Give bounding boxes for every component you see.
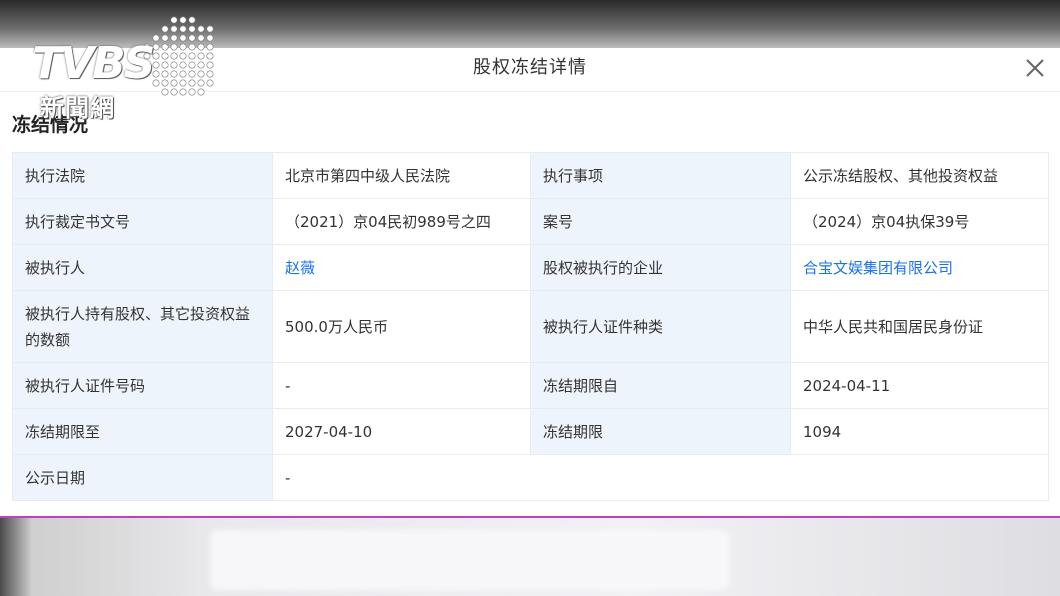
logo-dot (197, 88, 205, 96)
logo-dot (170, 70, 178, 78)
value-freeze-to: 2027-04-10 (272, 408, 531, 455)
close-button[interactable] (1020, 53, 1050, 83)
label-publish-date: 公示日期 (12, 454, 273, 501)
logo-dot (161, 43, 169, 51)
logo-dot (170, 52, 178, 60)
logo-brand: TVBS (32, 38, 155, 89)
logo-dot (152, 70, 160, 78)
logo-dot (161, 79, 169, 87)
logo-dot (197, 43, 205, 51)
logo-dot (206, 52, 214, 60)
logo-dot (188, 61, 196, 69)
value-freeze-from: 2024-04-11 (790, 362, 1049, 409)
label-matter: 执行事项 (530, 152, 791, 199)
logo-dot (197, 70, 205, 78)
logo-dot (206, 70, 214, 78)
logo-dot (197, 52, 205, 60)
logo-dot (152, 79, 160, 87)
value-ruling-number: （2021）京04民初989号之四 (272, 198, 531, 245)
value-court: 北京市第四中级人民法院 (272, 152, 531, 199)
value-matter: 公示冻结股权、其他投资权益 (790, 152, 1049, 199)
value-id-number: - (272, 362, 531, 409)
label-court: 执行法院 (12, 152, 273, 199)
freeze-info-table: 执行法院 北京市第四中级人民法院 执行事项 公示冻结股权、其他投资权益 执行裁定… (12, 152, 1049, 501)
table-row: 被执行人 赵薇 股权被执行的企业 合宝文娱集团有限公司 (12, 244, 1049, 291)
table-row: 公示日期 - (12, 454, 1049, 501)
logo-dot (179, 70, 187, 78)
label-company: 股权被执行的企业 (530, 244, 791, 291)
logo-dot (170, 88, 178, 96)
logo-dot (170, 61, 178, 69)
logo-dot (206, 34, 214, 42)
logo-dot (170, 79, 178, 87)
label-equity-amount: 被执行人持有股权、其它投资权益的数额 (12, 290, 273, 363)
logo-dot (179, 79, 187, 87)
logo-dot (152, 61, 160, 69)
label-id-type: 被执行人证件种类 (530, 290, 791, 363)
value-company-cell: 合宝文娱集团有限公司 (790, 244, 1049, 291)
logo-dot (197, 34, 205, 42)
logo-dot (197, 25, 205, 33)
close-icon (1026, 59, 1044, 77)
logo-dot (188, 43, 196, 51)
logo-dot (170, 34, 178, 42)
logo-dot (179, 25, 187, 33)
logo-dot (170, 43, 178, 51)
label-id-number: 被执行人证件号码 (12, 362, 273, 409)
logo-dot (179, 43, 187, 51)
logo-dot (161, 52, 169, 60)
value-id-type: 中华人民共和国居民身份证 (790, 290, 1049, 363)
logo-dot (161, 70, 169, 78)
table-row: 被执行人证件号码 - 冻结期限自 2024-04-11 (12, 362, 1049, 409)
label-case-number: 案号 (530, 198, 791, 245)
logo-dot (188, 79, 196, 87)
logo-dot (188, 88, 196, 96)
tvbs-logo: TVBS 新聞網 (28, 14, 218, 124)
value-freeze-period: 1094 (790, 408, 1049, 455)
background-blur-panel (210, 530, 730, 590)
logo-dot (179, 34, 187, 42)
person-link[interactable]: 赵薇 (285, 259, 315, 277)
logo-dot (206, 43, 214, 51)
logo-dot (206, 79, 214, 87)
value-equity-amount: 500.0万人民币 (272, 290, 531, 363)
logo-dot (206, 25, 214, 33)
logo-dot (188, 52, 196, 60)
value-person-cell: 赵薇 (272, 244, 531, 291)
logo-dot (188, 25, 196, 33)
logo-dot (188, 16, 196, 24)
logo-dot (161, 61, 169, 69)
logo-dot (206, 61, 214, 69)
label-freeze-from: 冻结期限自 (530, 362, 791, 409)
logo-dot (152, 34, 160, 42)
logo-dot (161, 25, 169, 33)
logo-dot (179, 16, 187, 24)
logo-dot (197, 79, 205, 87)
logo-subtitle: 新聞網 (40, 94, 115, 122)
logo-dot (179, 88, 187, 96)
logo-dot (188, 70, 196, 78)
table-row: 执行法院 北京市第四中级人民法院 执行事项 公示冻结股权、其他投资权益 (12, 152, 1049, 199)
logo-dot (161, 34, 169, 42)
logo-dot (197, 61, 205, 69)
value-publish-date: - (272, 454, 1049, 501)
logo-dot (170, 25, 178, 33)
label-ruling-number: 执行裁定书文号 (12, 198, 273, 245)
value-case-number: （2024）京04执保39号 (790, 198, 1049, 245)
table-row: 被执行人持有股权、其它投资权益的数额 500.0万人民币 被执行人证件种类 中华… (12, 290, 1049, 363)
label-freeze-period: 冻结期限 (530, 408, 791, 455)
label-freeze-to: 冻结期限至 (12, 408, 273, 455)
logo-dot (179, 52, 187, 60)
logo-dot (161, 88, 169, 96)
table-row: 执行裁定书文号 （2021）京04民初989号之四 案号 （2024）京04执保… (12, 198, 1049, 245)
company-link[interactable]: 合宝文娱集团有限公司 (803, 259, 953, 277)
table-row: 冻结期限至 2027-04-10 冻结期限 1094 (12, 408, 1049, 455)
logo-dot (152, 52, 160, 60)
logo-dot (170, 16, 178, 24)
logo-dot (179, 61, 187, 69)
label-person: 被执行人 (12, 244, 273, 291)
logo-dot (152, 43, 160, 51)
logo-dot (188, 34, 196, 42)
